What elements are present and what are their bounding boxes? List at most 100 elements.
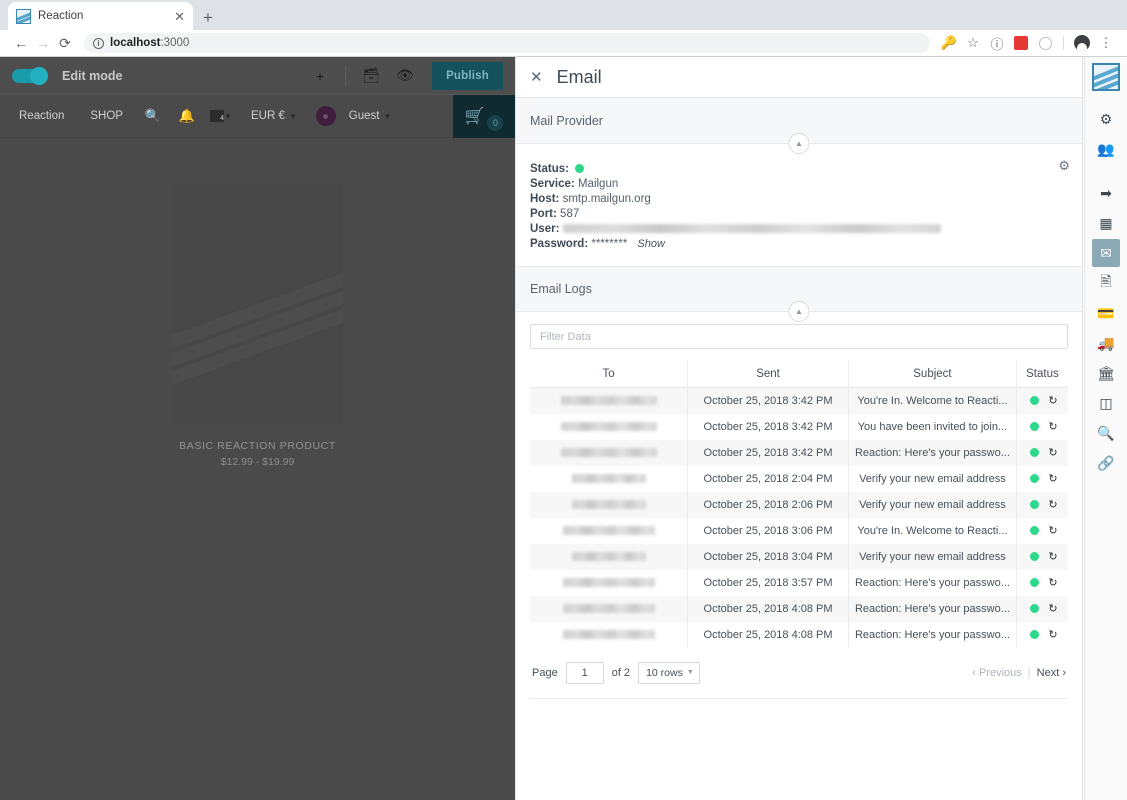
sidebar-item-login[interactable]: ➡ bbox=[1092, 179, 1120, 207]
cell-subject: Reaction: Here's your passwo... bbox=[847, 439, 1017, 466]
status-badge bbox=[1030, 604, 1040, 613]
key-icon[interactable]: 🔑 bbox=[938, 32, 960, 54]
table-row[interactable]: October 25, 2018 4:08 PM Reaction: Here's… bbox=[530, 621, 1068, 648]
close-icon[interactable]: ✕ bbox=[530, 70, 543, 85]
kebab-menu-icon[interactable]: ⋮ bbox=[1095, 32, 1117, 54]
resend-icon[interactable]: ↻ bbox=[1048, 472, 1057, 485]
chevron-up-icon[interactable]: ▲ bbox=[788, 301, 810, 322]
currency-selector[interactable]: EUR € ▼ bbox=[238, 110, 310, 122]
eye-icon[interactable]: 👁 bbox=[388, 57, 422, 95]
reaction-logo[interactable] bbox=[1092, 63, 1120, 91]
sidebar-item-email[interactable]: ✉ bbox=[1092, 239, 1120, 267]
resend-icon[interactable]: ↻ bbox=[1048, 446, 1057, 459]
column-header-to[interactable]: To bbox=[530, 361, 688, 388]
shop-link[interactable]: SHOP bbox=[77, 110, 136, 122]
cart-button[interactable]: 🛒 0 bbox=[453, 94, 515, 138]
product-title: BASIC REACTION PRODUCT bbox=[179, 440, 336, 452]
extension-gray-icon[interactable] bbox=[1034, 32, 1056, 54]
table-row[interactable]: October 25, 2018 3:57 PM Reaction: Here's… bbox=[530, 569, 1068, 596]
sidebar-item-social[interactable]: 🔗 bbox=[1092, 449, 1120, 477]
cell-to bbox=[530, 466, 688, 492]
show-password-link[interactable]: Show bbox=[637, 238, 665, 250]
edit-mode-toggle[interactable] bbox=[12, 66, 48, 85]
table-row[interactable]: October 25, 2018 3:42 PM You're In. Welco… bbox=[530, 387, 1068, 414]
recipient-redacted bbox=[560, 421, 657, 431]
new-tab-button[interactable]: + bbox=[203, 9, 213, 26]
bell-icon[interactable]: 🔔 bbox=[170, 108, 204, 124]
edit-mode-label: Edit mode bbox=[62, 68, 123, 83]
address-bar[interactable]: i localhost:3000 bbox=[84, 33, 930, 53]
table-row[interactable]: October 25, 2018 3:06 PM You're In. Welco… bbox=[530, 517, 1068, 544]
status-badge bbox=[1030, 526, 1040, 535]
sidebar-item-shipping[interactable]: 🚚 bbox=[1092, 329, 1120, 357]
subject-text: Reaction: Here's your passwo... bbox=[854, 446, 1010, 459]
sidebar-item-layout[interactable]: ◫ bbox=[1092, 389, 1120, 417]
table-row[interactable]: October 25, 2018 3:42 PM Reaction: Here's… bbox=[530, 439, 1068, 466]
resend-icon[interactable]: ↻ bbox=[1048, 628, 1057, 641]
info-icon[interactable]: ⓘ bbox=[986, 32, 1008, 54]
previous-page-button[interactable]: ‹ Previous bbox=[972, 667, 1022, 679]
resend-icon[interactable]: ↻ bbox=[1048, 420, 1057, 433]
table-row[interactable]: October 25, 2018 3:04 PM Verify your new … bbox=[530, 543, 1068, 570]
sidebar-item-apps[interactable]: ▦ bbox=[1092, 209, 1120, 237]
status-badge bbox=[1030, 578, 1040, 587]
table-row[interactable]: October 25, 2018 4:08 PM Reaction: Here's… bbox=[530, 595, 1068, 622]
sidebar-item-search[interactable]: 🔍 bbox=[1092, 419, 1120, 447]
sidebar-item-taxes[interactable]: 🏛 bbox=[1092, 359, 1120, 387]
next-page-button[interactable]: Next › bbox=[1037, 667, 1066, 679]
reload-icon[interactable]: ⟳ bbox=[54, 32, 76, 54]
app-root: Reaction ✕ + ← → ⟳ i localhost:3000 🔑 ☆ … bbox=[0, 0, 1127, 800]
publish-button[interactable]: Publish bbox=[432, 61, 503, 90]
resend-icon[interactable]: ↻ bbox=[1048, 602, 1057, 615]
extension-red-icon[interactable] bbox=[1010, 32, 1032, 54]
cell-subject: Verify your new email address bbox=[847, 543, 1017, 570]
info-circle-icon[interactable]: i bbox=[93, 37, 104, 49]
arrow-right-icon[interactable]: → bbox=[32, 32, 54, 54]
table-body: October 25, 2018 3:42 PM You're In. Welco… bbox=[530, 387, 1068, 648]
avatar[interactable] bbox=[315, 106, 336, 126]
add-button[interactable]: + bbox=[303, 57, 337, 95]
cell-to bbox=[530, 622, 688, 648]
sidebar-item-payments[interactable]: 💳 bbox=[1092, 299, 1120, 327]
brand-link[interactable]: Reaction bbox=[6, 110, 77, 122]
search-input[interactable] bbox=[530, 324, 1068, 349]
archive-icon[interactable]: 🗃 bbox=[354, 57, 388, 95]
account-menu[interactable]: Guest ▼ bbox=[336, 110, 405, 122]
recipient-redacted bbox=[560, 395, 657, 405]
cell-subject: You're In. Welcome to Reacti... bbox=[847, 387, 1017, 414]
resend-icon[interactable]: ↻ bbox=[1048, 576, 1057, 589]
close-icon[interactable]: ✕ bbox=[174, 10, 185, 23]
table-row[interactable]: October 25, 2018 3:42 PM You have been in… bbox=[530, 413, 1068, 440]
rows-per-page-select[interactable]: 10 rows ▼ bbox=[638, 661, 700, 684]
table-row[interactable]: October 25, 2018 2:06 PM Verify your new … bbox=[530, 491, 1068, 518]
resend-icon[interactable]: ↻ bbox=[1048, 524, 1057, 537]
column-header-status[interactable]: Status bbox=[1015, 361, 1068, 388]
sidebar-item-accounts[interactable]: 👥 bbox=[1092, 135, 1120, 163]
star-icon[interactable]: ☆ bbox=[962, 32, 984, 54]
gear-icon[interactable]: ⚙ bbox=[1058, 158, 1070, 174]
table-row[interactable]: October 25, 2018 2:04 PM Verify your new … bbox=[530, 465, 1068, 492]
sidebar-item-settings[interactable]: ⚙ bbox=[1092, 105, 1120, 133]
product-card[interactable]: BASIC REACTION PRODUCT $12.99 - $19.99 bbox=[172, 184, 343, 468]
page-number-input[interactable] bbox=[565, 661, 604, 684]
sidebar-item-orders[interactable]: 🖹 bbox=[1092, 269, 1120, 297]
status-badge bbox=[1030, 552, 1040, 561]
resend-icon[interactable]: ↻ bbox=[1048, 550, 1057, 563]
subject-text: Reaction: Here's your passwo... bbox=[854, 602, 1010, 615]
column-header-subject[interactable]: Subject bbox=[847, 361, 1017, 388]
resend-icon[interactable]: ↻ bbox=[1048, 394, 1057, 407]
status-badge bbox=[1030, 396, 1040, 406]
cart-count-badge: 0 bbox=[487, 114, 504, 131]
pagination-controls: ‹ Previous | Next › bbox=[972, 667, 1066, 679]
language-selector[interactable]: ▼ bbox=[204, 110, 238, 122]
column-header-sent[interactable]: Sent bbox=[687, 361, 849, 388]
password-label: Password: bbox=[530, 238, 589, 250]
subject-text: Reaction: Here's your passwo... bbox=[854, 576, 1010, 589]
chevron-up-icon[interactable]: ▲ bbox=[788, 133, 810, 154]
profile-avatar[interactable] bbox=[1071, 32, 1093, 54]
arrow-left-icon[interactable]: ← bbox=[10, 32, 32, 54]
search-icon[interactable]: 🔍 bbox=[136, 108, 170, 124]
resend-icon[interactable]: ↻ bbox=[1048, 498, 1057, 511]
section-title: Mail Provider bbox=[530, 113, 603, 128]
browser-tab[interactable]: Reaction ✕ bbox=[8, 2, 193, 30]
